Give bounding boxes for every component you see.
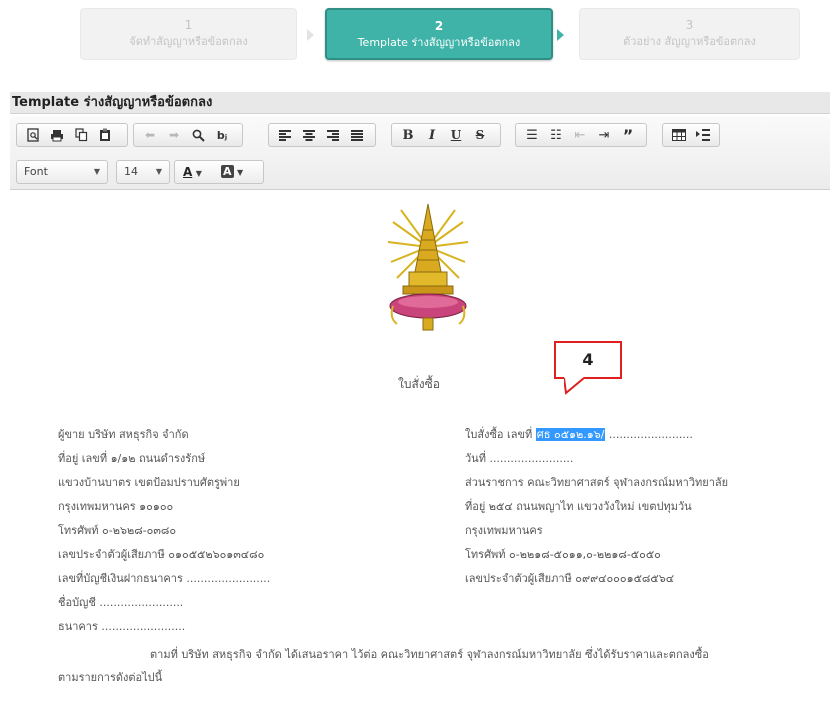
toolbar-group-insert: [662, 123, 720, 147]
table-icon[interactable]: [669, 126, 689, 144]
text-color-button[interactable]: A ▼: [183, 161, 202, 185]
indent-icon[interactable]: ⇥: [594, 126, 614, 144]
step-3-number: 3: [685, 18, 694, 32]
font-dropdown[interactable]: Font ▼: [16, 160, 108, 184]
seller-bank: ธนาคาร ........................: [58, 620, 186, 633]
caret-down-icon: ▼: [237, 168, 244, 177]
step-2-label: Template ร่างสัญญาหรือข้อตกลง: [357, 36, 521, 49]
seller-city: กรุงเทพมหานคร ๑๐๑๐๐: [58, 500, 174, 513]
buyer-phone: โทรศัพท์ ๐-๒๒๑๘-๕๐๑๑,๐-๒๒๑๘-๕๐๕๐: [465, 548, 661, 561]
caret-down-icon: ▼: [93, 167, 100, 176]
seller-phone: โทรศัพท์ ๐-๒๖๒๘-๐๓๘๐: [58, 524, 177, 537]
bullet-list-icon[interactable]: ☷: [546, 126, 566, 144]
seller-account-name: ชื่อบัญชี ........................: [58, 596, 184, 609]
step-3[interactable]: 3 ตัวอย่าง สัญญาหรือข้อตกลง: [579, 8, 800, 60]
step-2-number: 2: [434, 19, 444, 33]
align-right-icon[interactable]: [323, 126, 343, 144]
italic-icon[interactable]: I: [422, 126, 442, 144]
step-1-label: จัดทำสัญญาหรือข้อตกลง: [129, 35, 248, 48]
po-number-line: ใบสั่งซื้อ เลขที่ ศธ ๐๕๑๒.๑๖/ ..........…: [465, 428, 693, 442]
step-arrow-icon: [307, 29, 314, 41]
toolbar-group-style: B I U S: [391, 123, 501, 147]
caret-down-icon: ▼: [195, 169, 202, 178]
underline-icon[interactable]: U: [446, 126, 466, 144]
toolbar-group-history: ⬅ ➡ bⱼ: [133, 123, 243, 147]
university-emblem-logo: [387, 203, 469, 331]
agreement-paragraph-continued: ตามรายการดังต่อไปนี้: [58, 671, 163, 684]
align-justify-icon[interactable]: [347, 126, 367, 144]
po-number-dots: ........................: [608, 428, 693, 441]
step-callout-badge: 4: [554, 341, 622, 379]
buyer-address: ที่อยู่ ๒๕๔ ถนนพญาไท แขวงวังใหม่ เขตปทุม…: [465, 500, 692, 513]
font-size-dropdown[interactable]: 14 ▼: [116, 160, 170, 184]
font-size-value: 14: [124, 165, 138, 178]
toolbar-group-align: [268, 123, 376, 147]
buyer-tax-id: เลขประจำตัวผู้เสียภาษี ๐๙๙๔๐๐๐๑๕๘๕๖๔: [465, 572, 675, 585]
seller-district: แขวงบ้านบาตร เขตป้อมปราบศัตรูพ่าย: [58, 476, 240, 489]
paste-icon[interactable]: [95, 126, 115, 144]
replace-icon[interactable]: bⱼ: [212, 126, 232, 144]
bg-color-icon: A: [221, 165, 234, 178]
step-1[interactable]: 1 จัดทำสัญญาหรือข้อตกลง: [80, 8, 297, 60]
undo-icon[interactable]: ⬅: [140, 126, 160, 144]
wizard-steps: 1 จัดทำสัญญาหรือข้อตกลง 2 Template ร่างส…: [80, 8, 800, 63]
seller-tax-id: เลขประจำตัวผู้เสียภาษี ๐๑๐๕๕๒๖๐๑๓๔๘๐: [58, 548, 265, 561]
callout-tail-icon: [564, 377, 585, 395]
redo-icon[interactable]: ➡: [164, 126, 184, 144]
editor-title: Template ร่างสัญญาหรือข้อตกลง: [10, 92, 830, 114]
seller-address: ที่อยู่ เลขที่ ๑/๑๒ ถนนดำรงรักษ์: [58, 452, 206, 465]
page-break-icon[interactable]: [693, 126, 713, 144]
step-1-number: 1: [184, 18, 193, 32]
agreement-paragraph: ตามที่ บริษัท สหธุรกิจ จำกัด ได้เสนอราคา…: [150, 648, 709, 661]
po-number-label: ใบสั่งซื้อ เลขที่: [465, 428, 533, 441]
bg-color-button[interactable]: A ▼: [221, 161, 243, 184]
numbered-list-icon[interactable]: ☰: [522, 126, 542, 144]
find-icon[interactable]: [188, 126, 208, 144]
print-icon[interactable]: [47, 126, 67, 144]
copy-icon[interactable]: [71, 126, 91, 144]
seller-name: ผู้ขาย บริษัท สหธุรกิจ จำกัด: [58, 428, 189, 441]
document-heading: ใบสั่งซื้อ: [398, 377, 441, 391]
font-dropdown-value: Font: [24, 165, 48, 178]
editor-toolbar: ⬅ ➡ bⱼ B I U S ☰ ☷ ⇤ ⇥ ” Font ▼ 14 ▼ A ▼…: [10, 116, 830, 190]
align-center-icon[interactable]: [299, 126, 319, 144]
bold-icon[interactable]: B: [398, 126, 418, 144]
preview-icon[interactable]: [23, 126, 43, 144]
buyer-unit: ส่วนราชการ คณะวิทยาศาสตร์ จุฬาลงกรณ์มหาว…: [465, 476, 729, 489]
toolbar-group-lists: ☰ ☷ ⇤ ⇥ ”: [515, 123, 647, 147]
toolbar-group-document: [16, 123, 128, 147]
strikethrough-icon[interactable]: S: [470, 126, 490, 144]
outdent-icon[interactable]: ⇤: [570, 126, 590, 144]
seller-bank-account: เลขที่บัญชีเงินฝากธนาคาร ...............…: [58, 572, 271, 585]
buyer-city: กรุงเทพมหานคร: [465, 524, 543, 537]
step-arrow-icon: [557, 29, 564, 41]
caret-down-icon: ▼: [155, 167, 162, 176]
step-3-label: ตัวอย่าง สัญญาหรือข้อตกลง: [623, 35, 756, 48]
step-2[interactable]: 2 Template ร่างสัญญาหรือข้อตกลง: [325, 8, 553, 60]
blockquote-icon[interactable]: ”: [618, 126, 638, 145]
editor-content[interactable]: ใบสั่งซื้อ 4 ผู้ขาย บริษัท สหธุรกิจ จำกั…: [0, 190, 830, 720]
po-number-selection[interactable]: ศธ ๐๕๑๒.๑๖/: [535, 428, 606, 441]
buyer-date: วันที่ ........................: [465, 452, 574, 465]
align-left-icon[interactable]: [275, 126, 295, 144]
text-color-icon: A: [183, 165, 193, 179]
color-group: A ▼ A ▼: [174, 160, 264, 184]
